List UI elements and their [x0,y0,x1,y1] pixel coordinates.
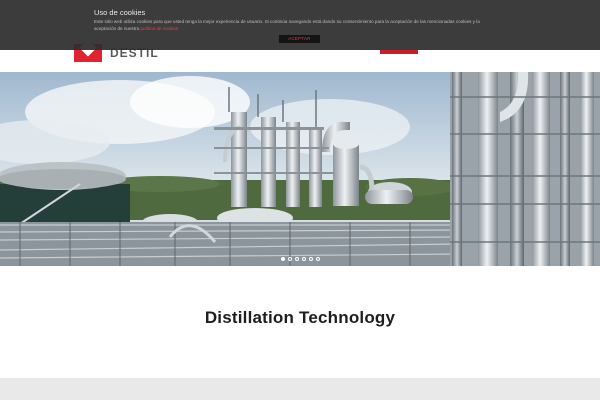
slider-pagination [0,257,600,263]
cookie-policy-link[interactable]: política de cookies [140,26,178,31]
nav-active-indicator[interactable] [380,50,418,54]
accept-cookies-button[interactable]: ACEPTAR [279,35,320,43]
page: DESTIL Distillation Technology Uso de co… [0,0,600,400]
hero-slider[interactable] [0,72,600,266]
hero-image [0,72,600,266]
section-heading: Distillation Technology [204,308,396,327]
cookie-notice: Uso de cookies Este sitio web utiliza co… [0,0,600,50]
slider-dot[interactable] [301,257,306,261]
slider-dot[interactable] [280,257,285,261]
slider-dot[interactable] [294,257,299,261]
cookie-title: Uso de cookies [94,8,146,17]
footer-band [0,378,600,400]
slider-dot[interactable] [287,257,292,261]
slider-dot[interactable] [315,257,320,261]
cookie-text: Este sitio web utiliza cookies para que … [94,19,494,32]
slider-dot[interactable] [308,257,313,261]
